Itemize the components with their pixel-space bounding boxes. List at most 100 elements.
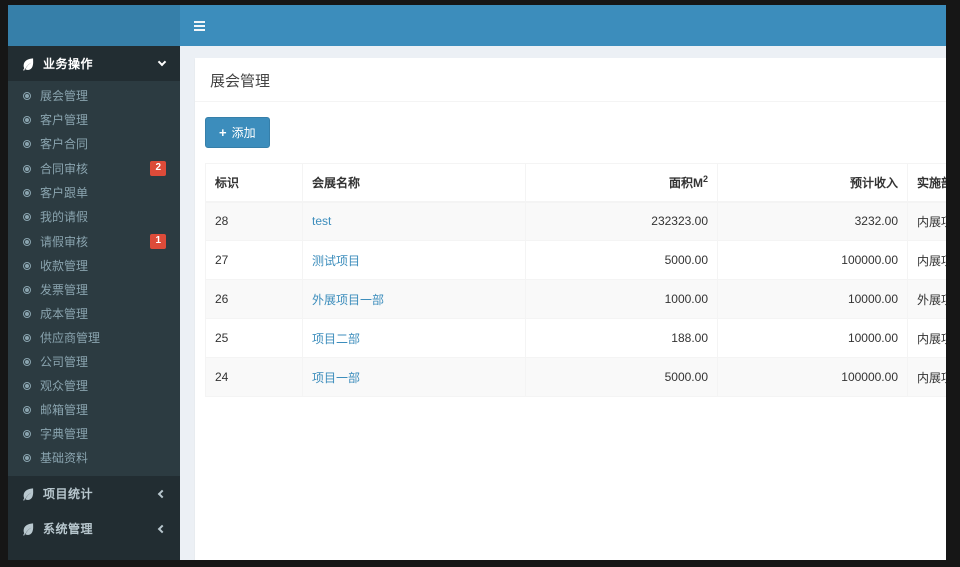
table-row: 24 项目一部 5000.00 100000.00 内展项目 <box>205 357 946 397</box>
cell-id: 28 <box>205 201 303 241</box>
sidebar-toggle-button[interactable] <box>180 5 218 46</box>
circle-dot-icon <box>23 189 31 197</box>
column-header-area: 面积M2 <box>525 163 718 203</box>
circle-dot-icon <box>23 334 31 342</box>
cell-id: 24 <box>205 357 303 397</box>
sidebar-item-audience-mgmt[interactable]: 观众管理 <box>8 374 180 398</box>
cell-income: 10000.00 <box>717 279 908 319</box>
cell-area: 188.00 <box>525 318 718 358</box>
sidebar-item-exhibition-mgmt[interactable]: 展会管理 <box>8 84 180 108</box>
circle-dot-icon <box>23 262 31 270</box>
cell-dept: 内展项目 <box>907 240 946 280</box>
cell-name: 项目二部 <box>302 318 526 358</box>
column-header-income: 预计收入 <box>717 163 908 203</box>
sidebar: 业务操作 展会管理 客户管理 客户合同 合同审核 2 客户跟单 我的请假 请假审核… <box>8 46 180 560</box>
circle-dot-icon <box>23 406 31 414</box>
circle-dot-icon <box>23 213 31 221</box>
cell-income: 10000.00 <box>717 318 908 358</box>
circle-dot-icon <box>23 310 31 318</box>
cell-name: 项目一部 <box>302 357 526 397</box>
app-window: 业务操作 展会管理 客户管理 客户合同 合同审核 2 客户跟单 我的请假 请假审核… <box>8 5 946 560</box>
leaf-icon <box>21 522 35 536</box>
cell-income: 3232.00 <box>717 201 908 241</box>
sidebar-item-customer-mgmt[interactable]: 客户管理 <box>8 108 180 132</box>
sidebar-item-company-mgmt[interactable]: 公司管理 <box>8 350 180 374</box>
sidebar-item-basic-data[interactable]: 基础资料 <box>8 446 180 470</box>
column-header-id: 标识 <box>205 163 303 203</box>
logo-area[interactable] <box>8 5 180 46</box>
sidebar-item-customer-followup[interactable]: 客户跟单 <box>8 181 180 205</box>
circle-dot-icon <box>23 382 31 390</box>
exhibition-panel: 展会管理 + 添加 标识 会展名称 面积M2 预计收入 实施 28 test 2… <box>195 58 946 560</box>
sidebar-item-customer-contract[interactable]: 客户合同 <box>8 132 180 156</box>
chevron-down-icon <box>157 57 167 67</box>
cell-dept: 内展项目 <box>907 357 946 397</box>
sidebar-section-label: 项目统计 <box>43 487 94 501</box>
cell-area: 5000.00 <box>525 240 718 280</box>
table-row: 26 外展项目一部 1000.00 10000.00 外展项目 <box>205 279 946 319</box>
chevron-left-icon <box>157 489 167 498</box>
table-row: 25 项目二部 188.00 10000.00 内展项目 <box>205 318 946 358</box>
menu-icon <box>193 24 205 27</box>
content-area: 展会管理 + 添加 标识 会展名称 面积M2 预计收入 实施 28 test 2… <box>180 46 946 560</box>
cell-id: 27 <box>205 240 303 280</box>
circle-dot-icon <box>23 454 31 462</box>
cell-area: 5000.00 <box>525 357 718 397</box>
column-header-name: 会展名称 <box>302 163 526 203</box>
cell-area: 232323.00 <box>525 201 718 241</box>
circle-dot-icon <box>23 140 31 148</box>
sidebar-section-label: 业务操作 <box>43 57 94 71</box>
sidebar-section-project-statistics[interactable]: 项目统计 <box>8 476 180 511</box>
cell-dept: 内展项目 <box>907 318 946 358</box>
sidebar-item-my-leave[interactable]: 我的请假 <box>8 205 180 229</box>
sidebar-item-supplier-mgmt[interactable]: 供应商管理 <box>8 326 180 350</box>
circle-dot-icon <box>23 430 31 438</box>
navbar <box>180 5 946 46</box>
circle-dot-icon <box>23 164 31 173</box>
plus-icon: + <box>219 125 227 140</box>
exhibition-link[interactable]: test <box>312 214 331 228</box>
circle-dot-icon <box>23 358 31 366</box>
page-title: 展会管理 <box>195 58 946 102</box>
top-navbar <box>8 5 946 46</box>
circle-dot-icon <box>23 92 31 100</box>
sidebar-item-payment-mgmt[interactable]: 收款管理 <box>8 254 180 278</box>
sidebar-item-mailbox-mgmt[interactable]: 邮箱管理 <box>8 398 180 422</box>
chevron-left-icon <box>157 524 167 533</box>
cell-name: test <box>302 201 526 241</box>
sidebar-item-leave-review[interactable]: 请假审核 1 <box>8 229 180 254</box>
circle-dot-icon <box>23 116 31 124</box>
sidebar-section-system-mgmt[interactable]: 系统管理 <box>8 511 180 546</box>
sidebar-item-contract-review[interactable]: 合同审核 2 <box>8 156 180 181</box>
table-header-row: 标识 会展名称 面积M2 预计收入 实施部门 <box>205 163 946 203</box>
exhibition-link[interactable]: 项目一部 <box>312 371 360 385</box>
circle-dot-icon <box>23 286 31 294</box>
cell-id: 25 <box>205 318 303 358</box>
cell-name: 测试项目 <box>302 240 526 280</box>
cell-income: 100000.00 <box>717 357 908 397</box>
exhibition-link[interactable]: 外展项目一部 <box>312 293 384 307</box>
leaf-icon <box>21 487 35 501</box>
exhibition-link[interactable]: 项目二部 <box>312 332 360 346</box>
sidebar-section-business-operations[interactable]: 业务操作 <box>8 46 180 81</box>
cell-id: 26 <box>205 279 303 319</box>
cell-dept: 外展项目 <box>907 279 946 319</box>
circle-dot-icon <box>23 237 31 246</box>
cell-dept: 内展项目 <box>907 201 946 241</box>
cell-income: 100000.00 <box>717 240 908 280</box>
notification-badge: 1 <box>150 234 166 249</box>
exhibition-table: 标识 会展名称 面积M2 预计收入 实施部门 28 test 2 <box>205 163 946 397</box>
sidebar-submenu: 展会管理 客户管理 客户合同 合同审核 2 客户跟单 我的请假 请假审核 1 收款管… <box>8 81 180 476</box>
sidebar-section-label: 系统管理 <box>43 522 94 536</box>
table-row: 28 test 232323.00 3232.00 内展项目 <box>205 201 946 241</box>
column-header-dept: 实施部门 <box>907 163 946 203</box>
add-button[interactable]: + 添加 <box>205 117 270 148</box>
notification-badge: 2 <box>150 161 166 176</box>
leaf-icon <box>21 57 35 71</box>
cell-name: 外展项目一部 <box>302 279 526 319</box>
sidebar-item-dictionary-mgmt[interactable]: 字典管理 <box>8 422 180 446</box>
exhibition-link[interactable]: 测试项目 <box>312 254 360 268</box>
sidebar-item-cost-mgmt[interactable]: 成本管理 <box>8 302 180 326</box>
cell-area: 1000.00 <box>525 279 718 319</box>
sidebar-item-invoice-mgmt[interactable]: 发票管理 <box>8 278 180 302</box>
